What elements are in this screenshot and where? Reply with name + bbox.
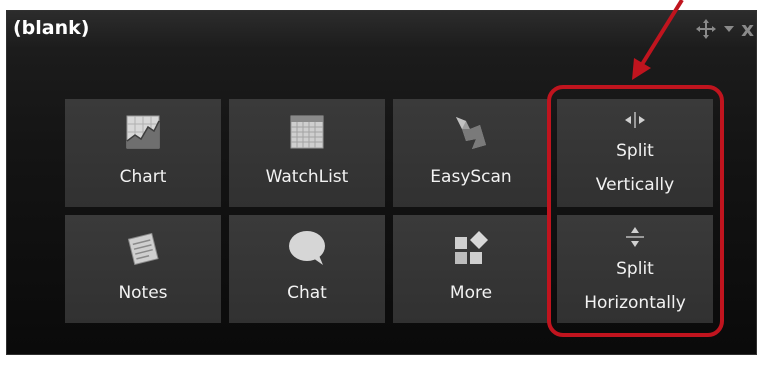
easyscan-tile-label: EasyScan [430, 167, 512, 187]
more-icon [393, 229, 549, 267]
move-icon[interactable] [695, 18, 717, 40]
watchlist-tile-button[interactable]: WatchList [229, 99, 385, 207]
panel-titlebar: (blank) x [7, 11, 756, 49]
panel-title: (blank) [13, 17, 90, 39]
chat-icon [229, 229, 385, 267]
chat-tile-button[interactable]: Chat [229, 215, 385, 323]
watchlist-icon [229, 115, 385, 149]
more-tile-button[interactable]: More [393, 215, 549, 323]
notes-tile-button[interactable]: Notes [65, 215, 221, 323]
chart-tile-button[interactable]: Chart [65, 99, 221, 207]
split-horizontally-label-line2: Horizontally [584, 293, 686, 313]
easyscan-icon [393, 115, 549, 151]
split-vertical-icon [557, 111, 713, 129]
chart-icon [65, 115, 221, 149]
split-vertically-tile-button[interactable]: Split Vertically [557, 99, 713, 207]
easyscan-tile-button[interactable]: EasyScan [393, 99, 549, 207]
more-tile-label: More [449, 283, 493, 303]
watchlist-tile-label: WatchList [265, 167, 349, 187]
title-controls: x [695, 17, 754, 41]
notes-icon [65, 231, 221, 265]
split-horizontal-icon [557, 225, 713, 249]
split-vertically-label-line1: Split [616, 141, 654, 161]
chart-tile-label: Chart [119, 167, 167, 187]
split-horizontally-label-line1: Split [616, 259, 654, 279]
notes-tile-label: Notes [118, 283, 168, 303]
dropdown-chevron-icon[interactable] [723, 24, 735, 34]
screenshot-page: (blank) x Chart WatchList EasyScan Split… [0, 0, 757, 366]
chat-tile-label: Chat [287, 283, 327, 303]
split-vertically-label-line2: Vertically [595, 175, 675, 195]
split-horizontally-tile-button[interactable]: Split Horizontally [557, 215, 713, 323]
close-icon[interactable]: x [741, 17, 754, 41]
